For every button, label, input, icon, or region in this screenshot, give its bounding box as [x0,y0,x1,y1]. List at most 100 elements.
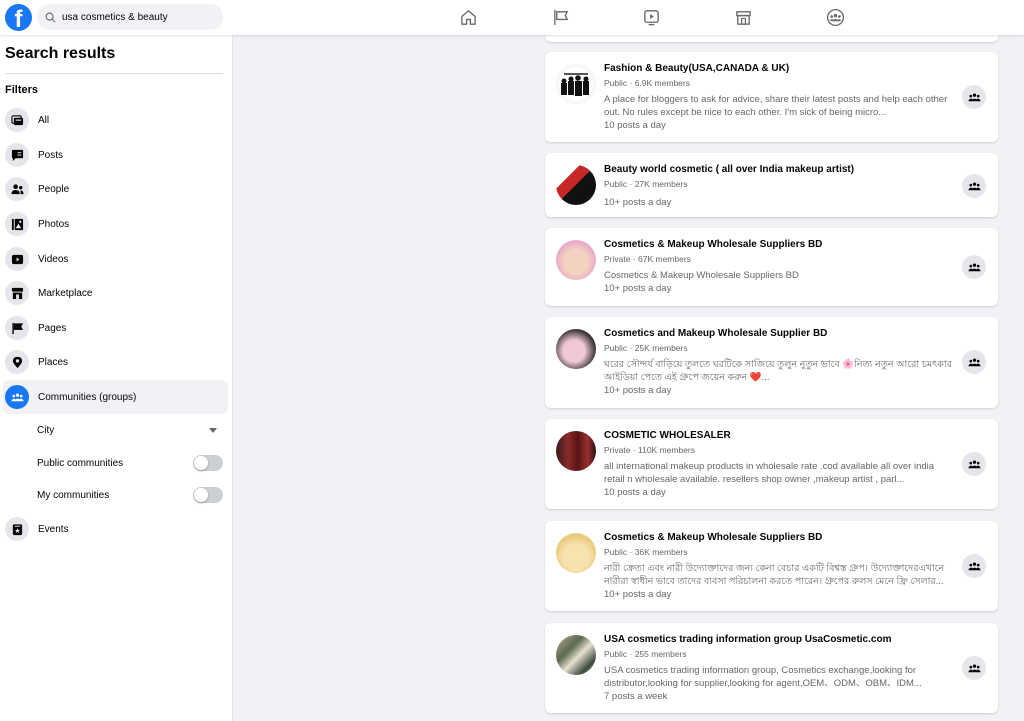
people-icon [5,177,29,201]
sidebar-item-people[interactable]: People [3,172,228,206]
group-name[interactable]: Beauty world cosmetic ( all over India m… [604,163,954,176]
groups-icon [967,263,981,271]
sidebar-item-label: Pages [38,322,67,334]
group-description: all international makeup products in who… [604,461,935,485]
nav-marketplace[interactable] [733,7,753,27]
pages-flag-icon [5,316,29,340]
result-card[interactable]: Cosmetics & Makeup Wholesale Suppliers B… [545,521,998,611]
my-communities-toggle[interactable] [193,487,223,503]
group-avatar[interactable] [556,431,596,471]
group-description: USA cosmetics trading information group,… [604,665,922,689]
group-name[interactable]: Cosmetics and Makeup Wholesale Supplier … [604,327,954,340]
sidebar-item-communities[interactable]: Communities (groups) [3,380,228,414]
groups-icon [967,358,981,366]
groups-icon [967,562,981,570]
group-name[interactable]: COSMETIC WHOLESALER [604,429,954,442]
my-communities-label: My communities [37,489,110,501]
home-icon [460,9,476,25]
search-box[interactable] [37,4,223,30]
city-dropdown[interactable]: City [37,420,223,440]
join-group-button[interactable] [962,452,986,476]
public-communities-toggle[interactable] [193,455,223,471]
sidebar-item-label: All [38,114,50,126]
sidebar-item-label: Communities (groups) [38,391,137,403]
result-card[interactable]: Beauty world cosmetic ( all over India m… [545,153,998,217]
group-privacy-members: Public · 25K members [604,343,688,353]
groups-icon [967,460,981,468]
join-group-button[interactable] [962,350,986,374]
sidebar-item-pages[interactable]: Pages [3,311,228,345]
join-group-button[interactable] [962,85,986,109]
group-avatar[interactable] [556,64,596,104]
facebook-logo[interactable]: f [5,4,32,31]
group-name[interactable]: Cosmetics & Makeup Wholesale Suppliers B… [604,531,954,544]
sidebar-item-events[interactable]: Events [3,512,228,546]
group-avatar[interactable] [556,240,596,280]
marketplace-icon [5,281,29,305]
group-activity: 10+ posts a day [604,385,672,396]
sidebar-item-photos[interactable]: Photos [3,207,228,241]
group-description: A place for bloggers to ask for advice, … [604,94,948,118]
result-card[interactable]: USA cosmetics trading information group … [545,623,998,713]
search-icon [45,12,56,22]
sidebar-item-label: Places [38,356,69,368]
divider [5,73,223,74]
groups-icon [5,385,29,409]
join-group-button[interactable] [962,656,986,680]
my-communities-filter: My communities [37,485,223,505]
sidebar-item-label: Photos [38,218,70,230]
groups-icon [967,182,981,190]
group-activity: 10+ posts a day [604,283,672,294]
nav-watch[interactable] [641,7,661,27]
result-card[interactable]: Fashion & Beauty(USA,CANADA & UK) Public… [545,52,998,142]
posts-icon [5,143,29,167]
group-description: নারী ক্রেতা এবং নারী উদ্যোক্তাদের জন্য ক… [604,563,945,587]
events-icon [5,517,29,541]
group-avatar[interactable] [556,329,596,369]
page-title: Search results [5,45,116,62]
result-card[interactable]: Cosmetics & Makeup Wholesale Suppliers B… [545,228,998,306]
group-privacy-members: Public · 255 members [604,649,687,659]
search-input[interactable] [62,11,212,23]
group-activity: 7 posts a week [604,691,668,702]
result-card[interactable]: Cosmetics and Makeup Wholesale Supplier … [545,317,998,408]
group-description: ঘরের সৌন্দর্য বাড়িয়ে তুলতে ঘরটিকে সাজি… [604,359,952,383]
join-group-button[interactable] [962,255,986,279]
filters-heading: Filters [5,84,39,96]
group-privacy-members: Private · 110K members [604,445,696,455]
sidebar-item-posts[interactable]: Posts [3,138,228,172]
sidebar-item-label: Videos [38,253,69,265]
pages-flag-icon [553,9,568,25]
result-card[interactable]: COSMETIC WHOLESALER Private · 110K membe… [545,419,998,509]
group-avatar[interactable] [556,635,596,675]
sidebar-item-label: Marketplace [38,287,93,299]
sidebar-item-videos[interactable]: Videos [3,242,228,276]
group-name[interactable]: Cosmetics & Makeup Wholesale Suppliers B… [604,238,954,251]
nav-pages[interactable] [551,7,571,27]
city-label: City [37,424,55,436]
watch-video-icon [643,9,659,25]
group-avatar[interactable] [556,165,596,205]
chevron-down-icon [209,427,217,433]
group-privacy-members: Public · 27K members [604,179,688,189]
group-name[interactable]: Fashion & Beauty(USA,CANADA & UK) [604,62,954,75]
join-group-button[interactable] [962,174,986,198]
nav-groups[interactable] [825,7,845,27]
sidebar-item-all[interactable]: All [3,103,228,137]
join-group-button[interactable] [962,554,986,578]
all-icon [5,108,29,132]
group-activity: 10+ posts a day [604,589,672,600]
nav-home[interactable] [458,7,478,27]
group-privacy-members: Public · 36K members [604,547,688,557]
sidebar-item-places[interactable]: Places [3,345,228,379]
groups-icon [967,664,981,672]
group-avatar[interactable] [556,533,596,573]
group-name[interactable]: USA cosmetics trading information group … [604,633,954,646]
group-activity: 10+ posts a day [604,197,672,208]
group-privacy-members: Private · 67K members [604,254,691,264]
top-navigation-bar: f [0,0,1024,35]
public-communities-filter: Public communities [37,453,223,473]
sidebar-item-marketplace[interactable]: Marketplace [3,276,228,310]
sidebar-item-label: Events [38,523,69,535]
group-description: Cosmetics & Makeup Wholesale Suppliers B… [604,270,799,281]
